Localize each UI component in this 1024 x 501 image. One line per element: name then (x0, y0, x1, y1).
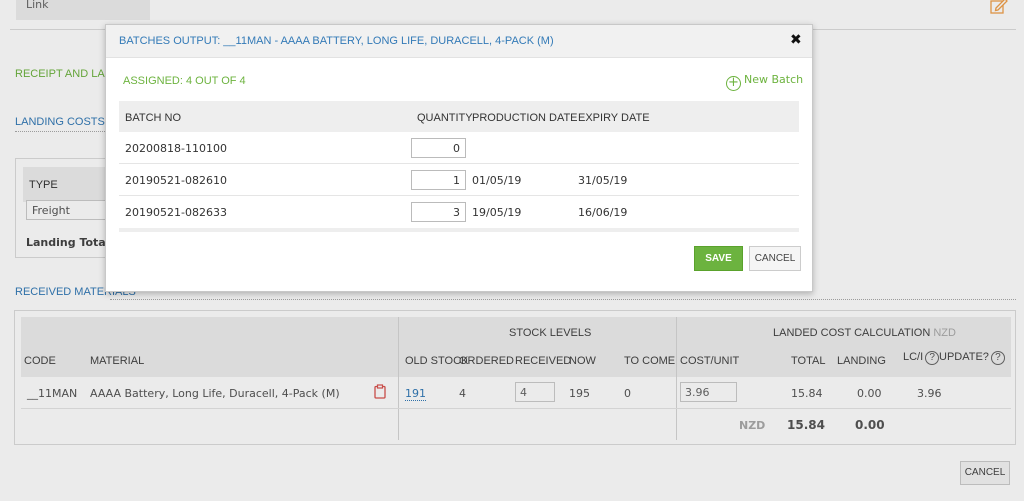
batch-quantity-input[interactable]: 3 (411, 202, 466, 222)
close-icon[interactable]: ✖ (790, 33, 802, 47)
batch-no: 20200818-110100 (125, 142, 227, 155)
batch-row: 20190521-082610 1 01/05/19 31/05/19 (119, 164, 799, 196)
table-bottom-bar (119, 228, 799, 232)
production-date: 19/05/19 (472, 206, 522, 219)
dialog-title: BATCHES OUTPUT: __11MAN - AAAA BATTERY, … (119, 35, 554, 47)
new-batch-button[interactable]: + New Batch (726, 73, 803, 91)
plus-circle-icon: + (726, 76, 741, 91)
batch-row: 20190521-082633 3 19/05/19 16/06/19 (119, 196, 799, 228)
batch-row: 20200818-110100 0 (119, 132, 799, 164)
new-batch-label: New Batch (744, 73, 804, 86)
assigned-count: ASSIGNED: 4 OUT OF 4 (123, 75, 246, 87)
expiry-date-column-header: EXPIRY DATE (578, 112, 650, 124)
expiry-date: 31/05/19 (578, 174, 628, 187)
batch-quantity-input[interactable]: 1 (411, 170, 466, 190)
batches-output-dialog: BATCHES OUTPUT: __11MAN - AAAA BATTERY, … (105, 24, 813, 292)
batches-table-header: BATCH NO QUANTITY PRODUCTION DATE EXPIRY… (119, 101, 799, 132)
production-date: 01/05/19 (472, 174, 522, 187)
dialog-cancel-button[interactable]: CANCEL (749, 246, 801, 271)
dialog-header: BATCHES OUTPUT: __11MAN - AAAA BATTERY, … (106, 25, 812, 58)
save-button[interactable]: SAVE (694, 246, 743, 271)
production-date-column-header: PRODUCTION DATE (472, 112, 578, 124)
batch-no-column-header: BATCH NO (125, 112, 182, 124)
expiry-date: 16/06/19 (578, 206, 628, 219)
batch-quantity-input[interactable]: 0 (411, 138, 466, 158)
batch-no: 20190521-082633 (125, 206, 227, 219)
quantity-column-header: QUANTITY (417, 112, 473, 124)
batch-no: 20190521-082610 (125, 174, 227, 187)
